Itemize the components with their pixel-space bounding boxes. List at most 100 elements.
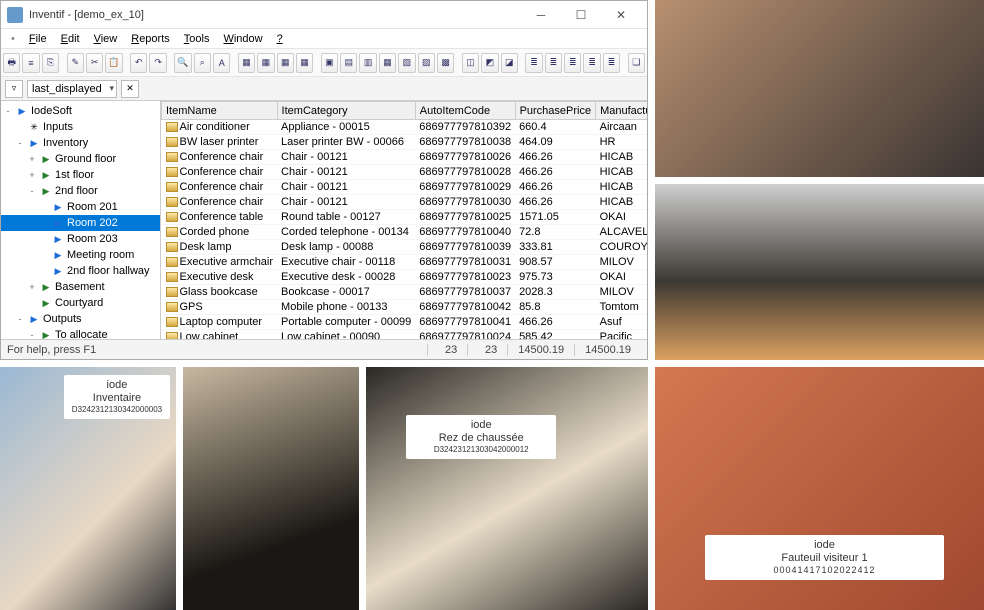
table-row[interactable]: Air conditionerAppliance - 0001568697779… — [162, 120, 648, 135]
toolbar-button[interactable]: ▩ — [437, 53, 454, 73]
toolbar-button[interactable]: ◩ — [481, 53, 498, 73]
table-row[interactable]: Executive armchairExecutive chair - 0011… — [162, 255, 648, 270]
cell: 466.26 — [515, 180, 596, 195]
filter-funnel-icon[interactable]: ▿ — [5, 80, 23, 98]
table-row[interactable]: Conference chairChair - 0012168697779781… — [162, 150, 648, 165]
tree-item-2nd-floor-hallway[interactable]: ▶2nd floor hallway — [1, 263, 160, 279]
tree-item-inventory[interactable]: -▶Inventory — [1, 135, 160, 151]
expand-icon[interactable]: - — [27, 330, 37, 339]
tree-node-icon: ▶ — [51, 233, 65, 245]
toolbar-button[interactable]: ≡ — [22, 53, 39, 73]
toolbar-button[interactable]: ▥ — [359, 53, 376, 73]
toolbar-button[interactable]: ▦ — [257, 53, 274, 73]
tree-item-room-202[interactable]: ▶Room 202 — [1, 215, 160, 231]
column-itemcategory[interactable]: ItemCategory — [277, 102, 415, 120]
column-itemname[interactable]: ItemName — [162, 102, 278, 120]
photo-printer-open — [655, 0, 984, 177]
toolbar-button[interactable]: ⎘ — [42, 53, 59, 73]
tree-item-iodesoft[interactable]: -▶IodeSoft — [1, 103, 160, 119]
cell: 466.26 — [515, 195, 596, 210]
table-row[interactable]: BW laser printerLaser printer BW - 00066… — [162, 135, 648, 150]
toolbar-button[interactable]: ≣ — [564, 53, 581, 73]
toolbar-button[interactable]: 🖶 — [3, 53, 20, 73]
cell: Aircaan — [596, 120, 647, 135]
toolbar-button[interactable]: ▦ — [296, 53, 313, 73]
toolbar-button[interactable]: ≣ — [545, 53, 562, 73]
menu-tools[interactable]: Tools — [178, 31, 216, 47]
tree-item-basement[interactable]: +▶Basement — [1, 279, 160, 295]
menu-reports[interactable]: Reports — [125, 31, 176, 47]
expand-icon[interactable]: + — [27, 282, 37, 292]
tree-item-to-allocate[interactable]: -▶To allocate — [1, 327, 160, 339]
toolbar-button[interactable]: ✂ — [86, 53, 103, 73]
column-manufacturer[interactable]: Manufacturer — [596, 102, 647, 120]
toolbar-button[interactable]: ≣ — [525, 53, 542, 73]
toolbar-button[interactable]: ▨ — [418, 53, 435, 73]
toolbar-button[interactable]: ❏ — [628, 53, 645, 73]
menu-edit[interactable]: Edit — [55, 31, 86, 47]
toolbar-button[interactable]: ✎ — [67, 53, 84, 73]
tree-item-inputs[interactable]: ✳Inputs — [1, 119, 160, 135]
table-row[interactable]: GPSMobile phone - 0013368697779781004285… — [162, 300, 648, 315]
expand-icon[interactable]: - — [3, 106, 13, 116]
toolbar-button[interactable]: ◫ — [462, 53, 479, 73]
cell: Low cabinet — [162, 330, 278, 340]
toolbar-button[interactable]: A — [213, 53, 230, 73]
cell: 686977797810392 — [415, 120, 515, 135]
tree-item-ground-floor[interactable]: +▶Ground floor — [1, 151, 160, 167]
expand-icon[interactable]: - — [15, 314, 25, 324]
toolbar-button[interactable]: ◪ — [501, 53, 518, 73]
tree-item-2nd-floor[interactable]: -▶2nd floor — [1, 183, 160, 199]
toolbar-button[interactable]: ▦ — [238, 53, 255, 73]
toolbar-button[interactable]: 🔍 — [174, 53, 191, 73]
table-row[interactable]: Executive deskExecutive desk - 000286869… — [162, 270, 648, 285]
row-icon — [166, 257, 178, 267]
tree-item-room-203[interactable]: ▶Room 203 — [1, 231, 160, 247]
table-row[interactable]: Low cabinetLow cabinet - 000906869777978… — [162, 330, 648, 340]
tree-panel[interactable]: -▶IodeSoft✳Inputs-▶Inventory+▶Ground flo… — [1, 101, 161, 339]
table-row[interactable]: Conference tableRound table - 0012768697… — [162, 210, 648, 225]
table-row[interactable]: Conference chairChair - 0012168697779781… — [162, 195, 648, 210]
tree-item-1st-floor[interactable]: +▶1st floor — [1, 167, 160, 183]
label-line: Rez de chaussée — [414, 432, 548, 445]
toolbar-button[interactable]: ⌕ — [194, 53, 211, 73]
toolbar-button[interactable]: ▦ — [277, 53, 294, 73]
table-row[interactable]: Corded phoneCorded telephone - 001346869… — [162, 225, 648, 240]
maximize-button[interactable]: ☐ — [561, 3, 601, 27]
tree-item-courtyard[interactable]: ▶Courtyard — [1, 295, 160, 311]
tree-item-room-201[interactable]: ▶Room 201 — [1, 199, 160, 215]
cell: HICAB — [596, 150, 647, 165]
minimize-button[interactable]: ─ — [521, 3, 561, 27]
expand-icon[interactable]: - — [15, 138, 25, 148]
tree-node-icon: ▶ — [39, 297, 53, 309]
table-row[interactable]: Laptop computerPortable computer - 00099… — [162, 315, 648, 330]
tree-item-meeting-room[interactable]: ▶Meeting room — [1, 247, 160, 263]
tree-item-outputs[interactable]: -▶Outputs — [1, 311, 160, 327]
table-row[interactable]: Conference chairChair - 0012168697779781… — [162, 180, 648, 195]
data-grid[interactable]: ItemNameItemCategoryAutoItemCodePurchase… — [161, 101, 647, 339]
table-row[interactable]: Desk lampDesk lamp - 0008868697779781003… — [162, 240, 648, 255]
table-row[interactable]: Conference chairChair - 0012168697779781… — [162, 165, 648, 180]
toolbar-button[interactable]: ≣ — [603, 53, 620, 73]
menu-file[interactable]: File — [23, 31, 53, 47]
table-row[interactable]: Glass bookcaseBookcase - 000176869777978… — [162, 285, 648, 300]
filter-remove-icon[interactable]: ✕ — [121, 80, 139, 98]
menu-view[interactable]: View — [88, 31, 124, 47]
filter-combo[interactable]: last_displayed — [27, 80, 117, 98]
close-button[interactable]: ✕ — [601, 3, 641, 27]
toolbar-button[interactable]: 📋 — [105, 53, 122, 73]
toolbar-button[interactable]: ↶ — [130, 53, 147, 73]
column-purchaseprice[interactable]: PurchasePrice — [515, 102, 596, 120]
toolbar-button[interactable]: ≣ — [583, 53, 600, 73]
menu-?[interactable]: ? — [271, 31, 289, 47]
toolbar-button[interactable]: ▤ — [340, 53, 357, 73]
toolbar-button[interactable]: ▦ — [379, 53, 396, 73]
toolbar-button[interactable]: ▧ — [398, 53, 415, 73]
expand-icon[interactable]: + — [27, 170, 37, 180]
expand-icon[interactable]: - — [27, 186, 37, 196]
column-autoitemcode[interactable]: AutoItemCode — [415, 102, 515, 120]
toolbar-button[interactable]: ▣ — [321, 53, 338, 73]
menu-window[interactable]: Window — [217, 31, 268, 47]
toolbar-button[interactable]: ↷ — [149, 53, 166, 73]
expand-icon[interactable]: + — [27, 154, 37, 164]
